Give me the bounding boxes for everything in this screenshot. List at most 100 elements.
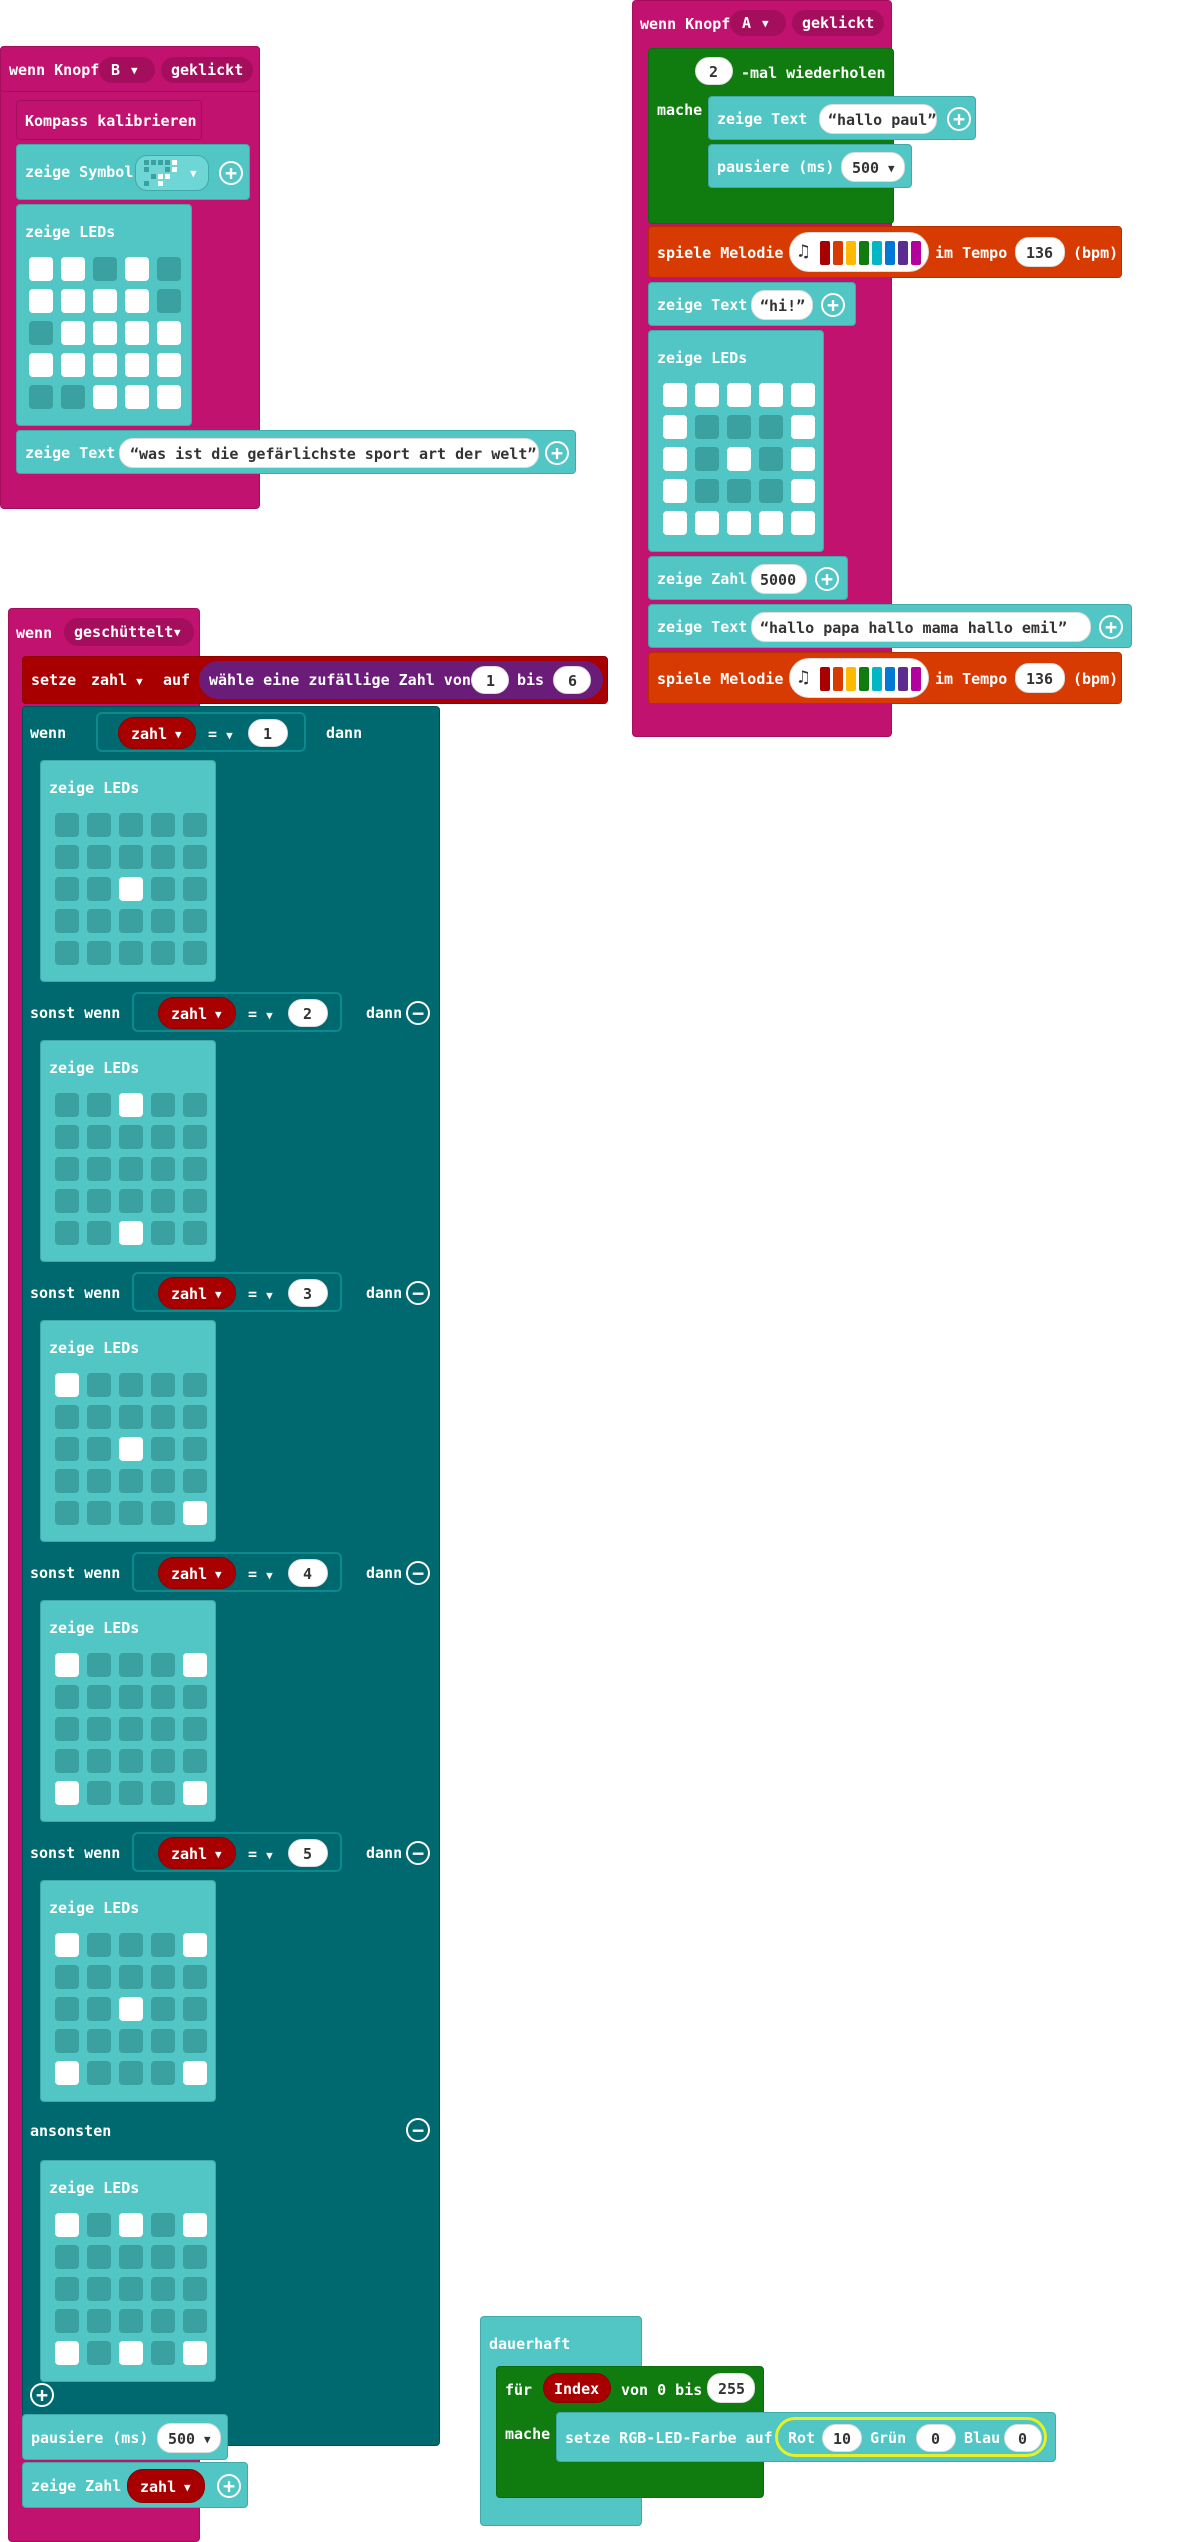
led-on[interactable] xyxy=(125,353,149,377)
plus-icon[interactable]: + xyxy=(947,107,971,131)
led-off[interactable] xyxy=(151,1373,175,1397)
event-block-shake-header[interactable]: wenn geschüttelt ▼ xyxy=(8,608,200,656)
led-off[interactable] xyxy=(183,1125,207,1149)
else-if-condition-row[interactable]: sonst wenn zahl ▼ = ▼ 3 dann − xyxy=(22,1266,440,1320)
pause-dropdown[interactable]: 500 ▼ xyxy=(157,2423,221,2453)
led-off[interactable] xyxy=(157,257,181,281)
led-off[interactable] xyxy=(119,1189,143,1213)
led-off[interactable] xyxy=(55,2029,79,2053)
led-off[interactable] xyxy=(87,2245,111,2269)
led-on[interactable] xyxy=(727,511,751,535)
pause-block[interactable]: pausiere (ms) 500 ▼ xyxy=(22,2414,228,2460)
melody-picker[interactable]: ♫ xyxy=(789,658,929,698)
operator-dropdown[interactable]: = ▼ xyxy=(248,1847,273,1862)
index-variable[interactable]: Index xyxy=(543,2373,611,2403)
led-off[interactable] xyxy=(151,2029,175,2053)
led-on[interactable] xyxy=(125,321,149,345)
else-if-condition-row[interactable]: sonst wenn zahl ▼ = ▼ 2 dann − xyxy=(22,986,440,1040)
led-off[interactable] xyxy=(119,2245,143,2269)
set-rgb-led-block[interactable]: setze RGB-LED-Farbe auf Rot 10 Grün 0 Bl… xyxy=(556,2412,1056,2462)
led-off[interactable] xyxy=(183,1437,207,1461)
led-off[interactable] xyxy=(759,415,783,439)
operator-dropdown[interactable]: = ▼ xyxy=(248,1567,273,1582)
led-on[interactable] xyxy=(119,1437,143,1461)
tempo-input[interactable]: 136 xyxy=(1015,237,1065,267)
led-off[interactable] xyxy=(157,289,181,313)
led-off[interactable] xyxy=(151,2277,175,2301)
led-off[interactable] xyxy=(151,1221,175,1245)
else-row[interactable]: ansonsten − xyxy=(22,2106,440,2154)
led-off[interactable] xyxy=(183,2029,207,2053)
text-input[interactable]: “was ist die gefärlichste sport art der … xyxy=(119,438,539,468)
show-leds-block[interactable]: zeige LEDs xyxy=(40,1880,216,2102)
plus-icon[interactable]: + xyxy=(1099,615,1123,639)
compare-block[interactable]: zahl ▼ = ▼ 4 xyxy=(132,1552,342,1592)
led-on[interactable] xyxy=(55,2341,79,2365)
led-on[interactable] xyxy=(55,2213,79,2237)
led-off[interactable] xyxy=(151,2213,175,2237)
led-off[interactable] xyxy=(55,1189,79,1213)
led-on[interactable] xyxy=(663,479,687,503)
led-off[interactable] xyxy=(183,1749,207,1773)
text-input[interactable]: “hallo papa hallo mama hallo emil” xyxy=(751,612,1091,642)
blue-input[interactable]: 0 xyxy=(1004,2424,1042,2452)
led-off[interactable] xyxy=(119,909,143,933)
led-off[interactable] xyxy=(183,2245,207,2269)
random-min-input[interactable]: 1 xyxy=(471,666,509,694)
plus-icon[interactable]: + xyxy=(815,567,839,591)
led-grid[interactable] xyxy=(663,383,823,543)
led-off[interactable] xyxy=(183,877,207,901)
led-off[interactable] xyxy=(183,1157,207,1181)
led-off[interactable] xyxy=(183,1965,207,1989)
led-off[interactable] xyxy=(119,1653,143,1677)
plus-icon[interactable]: + xyxy=(821,293,845,317)
variable-dropdown[interactable]: zahl ▼ xyxy=(158,1277,236,1309)
led-off[interactable] xyxy=(695,447,719,471)
led-on[interactable] xyxy=(119,1093,143,1117)
led-off[interactable] xyxy=(87,2213,111,2237)
led-off[interactable] xyxy=(119,1373,143,1397)
led-on[interactable] xyxy=(119,877,143,901)
minus-icon[interactable]: − xyxy=(406,1281,430,1305)
led-off[interactable] xyxy=(55,1997,79,2021)
led-off[interactable] xyxy=(87,813,111,837)
range-end-input[interactable]: 255 xyxy=(707,2373,755,2403)
compare-value-input[interactable]: 2 xyxy=(288,999,328,1027)
led-off[interactable] xyxy=(55,1125,79,1149)
compare-block[interactable]: zahl ▼ = ▼ 2 xyxy=(132,992,342,1032)
led-off[interactable] xyxy=(87,1717,111,1741)
show-string-block[interactable]: zeige Text “hallo papa hallo mama hallo … xyxy=(648,604,1132,648)
led-on[interactable] xyxy=(759,511,783,535)
led-off[interactable] xyxy=(183,909,207,933)
event-block-button-a-header[interactable]: wenn Knopf A ▼ geklickt xyxy=(632,0,892,46)
led-grid[interactable] xyxy=(55,1653,215,1813)
led-off[interactable] xyxy=(87,1997,111,2021)
led-off[interactable] xyxy=(151,2061,175,2085)
led-off[interactable] xyxy=(87,845,111,869)
led-off[interactable] xyxy=(151,1469,175,1493)
show-string-block[interactable]: zeige Text “was ist die gefärlichste spo… xyxy=(16,430,576,474)
led-off[interactable] xyxy=(87,2309,111,2333)
compare-block[interactable]: zahl ▼ = ▼ 1 xyxy=(96,712,306,752)
led-on[interactable] xyxy=(93,353,117,377)
show-number-block[interactable]: zeige Zahl zahl ▼ + xyxy=(22,2462,248,2508)
variable-dropdown[interactable]: zahl ▼ xyxy=(158,1837,236,1869)
led-grid[interactable] xyxy=(55,1093,215,1253)
led-on[interactable] xyxy=(55,1373,79,1397)
compare-block[interactable]: zahl ▼ = ▼ 3 xyxy=(132,1272,342,1312)
led-off[interactable] xyxy=(55,1469,79,1493)
led-on[interactable] xyxy=(663,383,687,407)
show-leds-block[interactable]: zeige LEDs xyxy=(40,1040,216,1262)
else-if-condition-row[interactable]: sonst wenn zahl ▼ = ▼ 5 dann − xyxy=(22,1826,440,1880)
led-off[interactable] xyxy=(119,1749,143,1773)
led-off[interactable] xyxy=(87,1157,111,1181)
led-on[interactable] xyxy=(29,289,53,313)
show-leds-block[interactable]: zeige LEDs xyxy=(648,330,824,552)
led-off[interactable] xyxy=(119,1125,143,1149)
if-condition-row[interactable]: wenn zahl ▼ = ▼ 1 dann xyxy=(22,706,440,760)
led-on[interactable] xyxy=(29,353,53,377)
minus-icon[interactable]: − xyxy=(406,1001,430,1025)
button-dropdown[interactable]: A ▼ xyxy=(730,10,786,36)
gesture-dropdown[interactable]: geschüttelt ▼ xyxy=(64,618,194,646)
text-input[interactable]: “hallo paul” xyxy=(819,104,937,134)
